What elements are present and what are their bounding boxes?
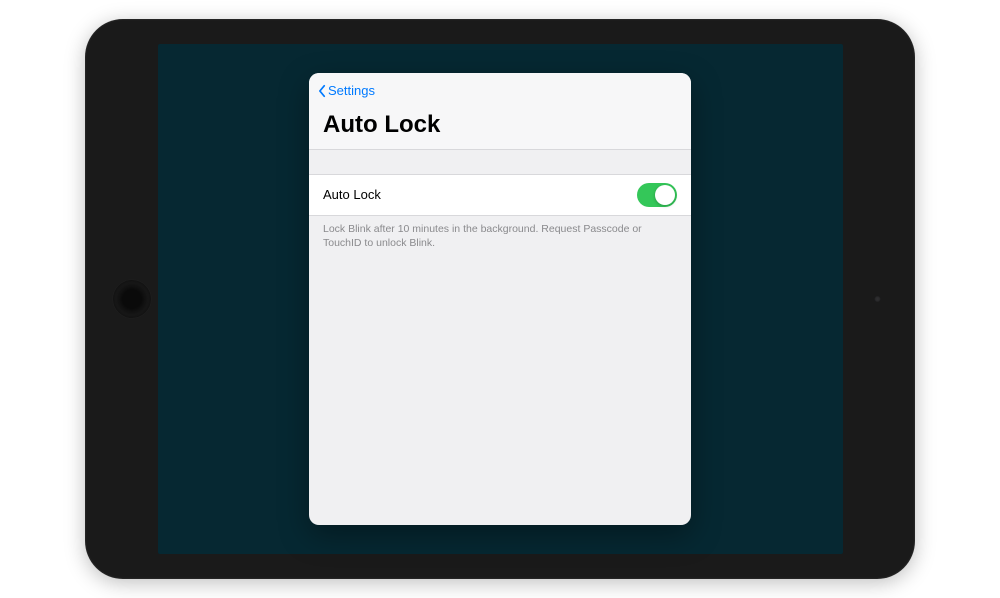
footer-text: Lock Blink after 10 minutes in the backg… xyxy=(309,216,691,256)
row-label: Auto Lock xyxy=(323,187,381,202)
section-spacer xyxy=(309,150,691,174)
back-label: Settings xyxy=(328,83,375,98)
page-title: Auto Lock xyxy=(309,109,691,150)
home-button[interactable] xyxy=(113,280,151,318)
auto-lock-toggle[interactable] xyxy=(637,183,677,207)
auto-lock-row: Auto Lock xyxy=(309,174,691,216)
tablet-screen: Settings Auto Lock Auto Lock Lock Blink … xyxy=(158,44,843,554)
chevron-left-icon xyxy=(317,84,327,98)
settings-sheet: Settings Auto Lock Auto Lock Lock Blink … xyxy=(309,73,691,525)
tablet-frame: Settings Auto Lock Auto Lock Lock Blink … xyxy=(85,19,915,579)
nav-bar: Settings xyxy=(309,73,691,109)
front-camera xyxy=(874,296,881,303)
toggle-knob xyxy=(655,185,675,205)
back-button[interactable]: Settings xyxy=(317,83,375,98)
